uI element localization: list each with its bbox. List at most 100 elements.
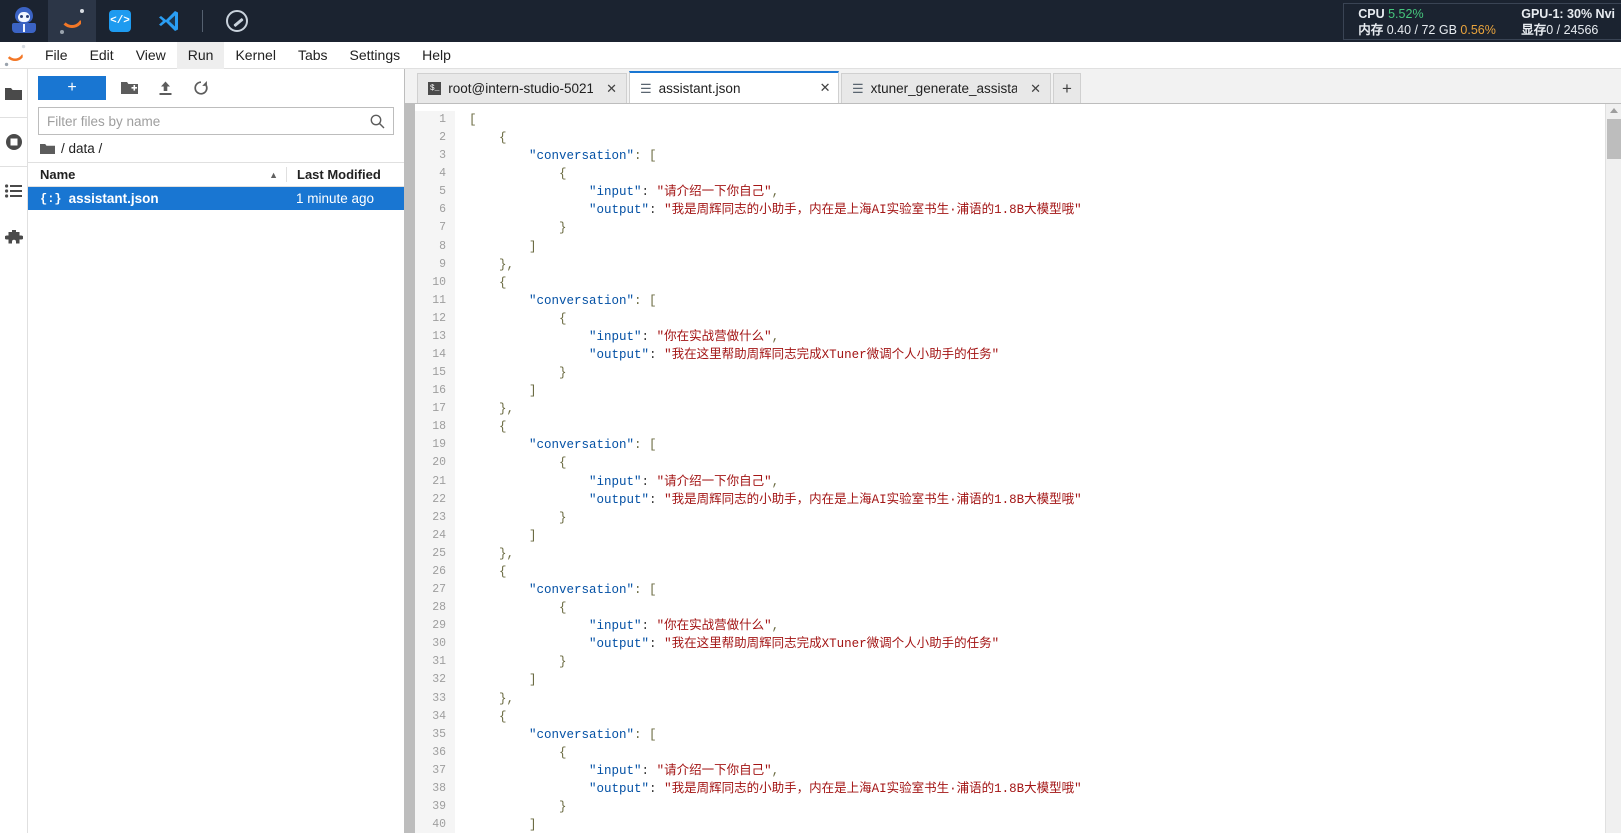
tab-assistant-json[interactable]: ☰ assistant.json ✕ [629, 71, 839, 103]
sidebar-item-file-browser[interactable] [0, 69, 27, 117]
menu-item-settings[interactable]: Settings [339, 42, 412, 69]
menu-item-help[interactable]: Help [411, 42, 462, 69]
line-number: 23 [415, 508, 455, 527]
code-line: 3 "conversation": [ [415, 147, 1605, 166]
scrollbar-thumb[interactable] [1607, 119, 1621, 159]
column-header-modified: Last Modified [286, 167, 404, 182]
compass-launch-button[interactable] [213, 0, 261, 42]
vram-label: 显存 [1521, 23, 1547, 37]
code-line: 2 { [415, 129, 1605, 148]
tab-close-icon[interactable]: ✕ [600, 81, 617, 97]
jupyter-launch-button[interactable] [48, 0, 96, 42]
new-folder-button[interactable] [116, 76, 142, 100]
code-text: }, [469, 546, 515, 561]
sidebar-item-running-sessions[interactable] [0, 118, 27, 166]
code-text: "output": "我是周辉同志的小助手，内在是上海AI实验室书生·浦语的1.… [589, 203, 1082, 218]
code-text: ] [469, 239, 537, 254]
tab-terminal[interactable]: $_ root@intern-studio-50212 ✕ [417, 73, 627, 103]
code-line: 34 { [415, 707, 1605, 726]
file-filter-box[interactable] [38, 107, 394, 135]
file-list-header: Name ▲ Last Modified [28, 163, 404, 187]
refresh-button[interactable] [188, 76, 214, 100]
json-file-icon: {:} [40, 191, 62, 206]
tab-xtuner-generate-assistant[interactable]: ☰ xtuner_generate_assistant. ✕ [841, 73, 1051, 103]
extensions-puzzle-icon [4, 230, 23, 244]
line-number: 13 [415, 327, 455, 347]
code-line: 33 }, [415, 689, 1605, 708]
new-tab-button[interactable]: + [1053, 73, 1081, 103]
list-item[interactable]: {:} assistant.json 1 minute ago [28, 187, 404, 210]
line-number: 5 [415, 183, 455, 202]
code-line: 16 ] [415, 382, 1605, 401]
menu-item-tabs[interactable]: Tabs [287, 42, 339, 69]
menu-item-run[interactable]: Run [176, 41, 225, 69]
line-number: 35 [415, 725, 455, 744]
vscode-launch-button[interactable] [144, 0, 192, 42]
json-editor[interactable]: 1[2 {3 "conversation": [4 {5 "input": "请… [405, 104, 1605, 833]
line-number: 18 [415, 418, 455, 437]
code-text: "input": "请介绍一下你自己", [589, 474, 780, 489]
code-text: ] [469, 384, 537, 399]
code-line: 5 "input": "请介绍一下你自己", [415, 183, 1605, 202]
menu-item-view[interactable]: View [125, 42, 177, 69]
code-line: 36 { [415, 743, 1605, 762]
line-number: 1 [415, 111, 455, 130]
line-number: 27 [415, 581, 455, 600]
line-number: 10 [415, 273, 455, 292]
code-server-launch-button[interactable]: </> [96, 0, 144, 42]
code-line: 15 } [415, 364, 1605, 383]
scroll-up-arrow-icon[interactable] [1610, 108, 1618, 113]
code-text: "input": "你在实战营做什么", [589, 619, 780, 634]
tab-close-icon[interactable]: ✕ [814, 80, 831, 96]
code-content[interactable]: 1[2 {3 "conversation": [4 {5 "input": "请… [415, 111, 1605, 833]
code-text: }, [469, 402, 515, 417]
memory-value: 0.40 / 72 GB [1386, 23, 1457, 37]
activity-bar [0, 69, 28, 833]
search-input[interactable] [47, 113, 370, 129]
folder-icon [40, 143, 55, 154]
code-text: "conversation": [ [529, 438, 657, 453]
sort-ascending-icon: ▲ [269, 169, 278, 180]
code-text: } [469, 366, 567, 381]
tab-close-icon[interactable]: ✕ [1024, 81, 1041, 97]
main-dock-area: $_ root@intern-studio-50212 ✕ ☰ assistan… [405, 69, 1621, 833]
line-number: 20 [415, 454, 455, 473]
code-line: 22 "output": "我是周辉同志的小助手，内在是上海AI实验室书生·浦语… [415, 490, 1605, 509]
line-number: 3 [415, 147, 455, 166]
code-text: { [469, 275, 507, 290]
line-number: 29 [415, 617, 455, 636]
line-number: 6 [415, 201, 455, 220]
code-line: 17 }, [415, 400, 1605, 419]
code-line: 21 "input": "请介绍一下你自己", [415, 472, 1605, 491]
sidebar-item-extensions[interactable] [0, 215, 27, 263]
breadcrumb[interactable]: / data / [28, 135, 404, 163]
code-icon: </> [109, 10, 131, 32]
cpu-label: CPU [1358, 7, 1385, 21]
menu-item-kernel[interactable]: Kernel [224, 42, 286, 69]
column-header-name-wrap[interactable]: Name ▲ [28, 167, 286, 182]
line-number: 37 [415, 761, 455, 780]
intern-studio-logo-icon [9, 6, 39, 36]
code-line: 25 }, [415, 544, 1605, 563]
line-number: 24 [415, 526, 455, 545]
line-number: 8 [415, 237, 455, 256]
code-line: 18 { [415, 418, 1605, 437]
code-line: 20 { [415, 454, 1605, 473]
line-number: 28 [415, 599, 455, 618]
menu-item-edit[interactable]: Edit [79, 42, 125, 69]
vertical-scrollbar[interactable] [1605, 104, 1621, 833]
upload-icon [159, 81, 171, 95]
menu-item-file[interactable]: File [34, 42, 79, 69]
commands-icon [5, 184, 22, 198]
line-number: 38 [415, 779, 455, 798]
tab-label: root@intern-studio-50212 [448, 81, 594, 96]
code-text: { [469, 745, 567, 760]
code-line: 29 "input": "你在实战营做什么", [415, 617, 1605, 636]
code-line: 1[ [415, 111, 1605, 130]
new-launcher-button[interactable]: + [38, 76, 106, 100]
upload-button[interactable] [152, 76, 178, 100]
intern-studio-logo[interactable] [0, 0, 48, 42]
line-number: 26 [415, 562, 455, 582]
jupyter-logo-small [4, 44, 28, 67]
sidebar-item-commands[interactable] [0, 167, 27, 215]
